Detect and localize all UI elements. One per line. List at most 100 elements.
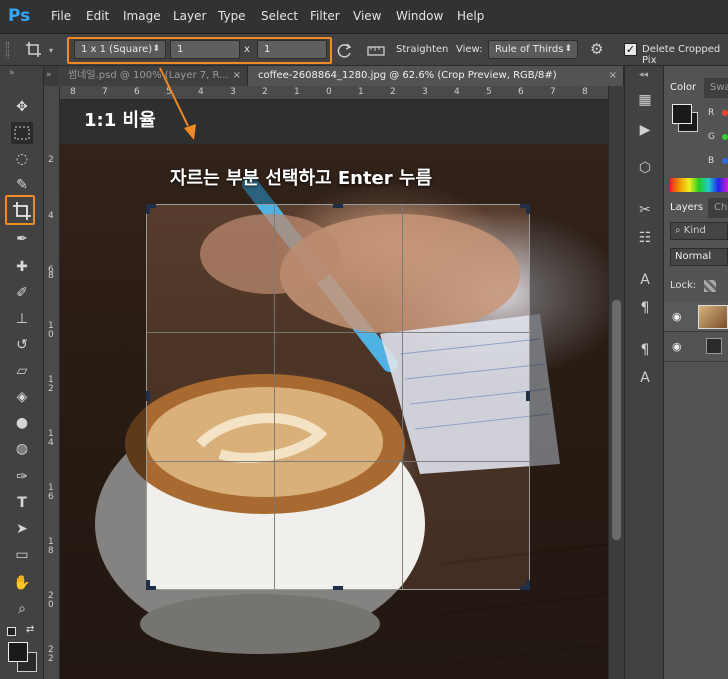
menu-filter[interactable]: Filter <box>310 9 340 23</box>
crop-handle-bottom-right[interactable] <box>526 580 530 590</box>
lock-label: Lock: <box>670 280 697 291</box>
gear-icon[interactable]: ⚙ <box>590 40 608 60</box>
tab-color[interactable]: Color <box>664 78 704 98</box>
tab-label: 썸네일.psd @ 100% (Layer 7, R... <box>68 70 229 81</box>
tab-coffee-jpg[interactable]: coffee-2608864_1280.jpg @ 62.6% (Crop Pr… <box>248 66 624 86</box>
lasso-tool-icon[interactable]: ◌ <box>11 148 33 170</box>
menu-file[interactable]: File <box>51 9 71 23</box>
scrollbar-thumb[interactable] <box>612 300 621 540</box>
eye-icon[interactable]: ◉ <box>672 310 682 323</box>
vertical-ruler: 2 4 6 8 1 0 1 2 1 4 1 6 1 8 2 0 2 2 <box>44 86 60 679</box>
brush-panel-icon[interactable]: ✂ <box>635 200 655 220</box>
ruler-tick-label: 4 <box>198 87 204 97</box>
eyedropper-tool-icon[interactable]: ✒ <box>11 228 33 250</box>
menu-help[interactable]: Help <box>457 9 484 23</box>
crop-handle-top-left[interactable] <box>146 204 150 214</box>
history-panel-icon[interactable]: ▦ <box>635 90 655 110</box>
tab-channels[interactable]: Cha <box>708 198 728 218</box>
straighten-icon[interactable] <box>366 43 386 57</box>
ruler-tick-label: 1 2 <box>48 375 57 394</box>
dodge-tool-icon[interactable]: ◍ <box>11 438 33 460</box>
zoom-tool-icon[interactable]: ⌕ <box>11 598 33 620</box>
menu-view[interactable]: View <box>353 9 381 23</box>
ruler-tick-label: 4 <box>454 87 460 97</box>
close-tab-icon[interactable]: × <box>609 66 617 86</box>
pen-tool-icon[interactable]: ✑ <box>11 466 33 488</box>
rectangle-tool-icon[interactable]: ▭ <box>11 544 33 566</box>
foreground-color-swatch[interactable] <box>8 642 28 662</box>
paint-bucket-tool-icon[interactable]: ◈ <box>11 386 33 408</box>
marquee-tool-icon[interactable] <box>11 122 33 144</box>
menu-layer[interactable]: Layer <box>173 9 206 23</box>
swap-colors-icon[interactable]: ⇄ <box>26 624 34 635</box>
move-tool-icon[interactable]: ✥ <box>11 96 33 118</box>
menu-edit[interactable]: Edit <box>86 9 109 23</box>
actions-panel-icon[interactable]: ▶ <box>635 120 655 140</box>
ratio-annotation: 1:1 비율 <box>84 110 156 131</box>
close-tab-icon[interactable]: × <box>233 66 241 86</box>
character-panel-icon[interactable]: A <box>635 270 655 290</box>
3d-panel-icon[interactable]: ⬡ <box>635 158 655 178</box>
crop-handle-top[interactable] <box>333 204 343 208</box>
brush-tool-icon[interactable]: ✐ <box>11 282 33 304</box>
ruler-tick-label: 2 0 <box>48 591 57 610</box>
ruler-tick-label: 2 <box>48 155 54 165</box>
tab-swatches[interactable]: Swa <box>704 78 728 98</box>
ruler-tick-label: 8 <box>582 87 588 97</box>
color-spectrum-ramp[interactable] <box>670 178 728 192</box>
tab-thumbnail-psd[interactable]: 썸네일.psd @ 100% (Layer 7, R... × <box>58 66 248 86</box>
document-canvas[interactable]: 1:1 비율 자르는 부분 선택하고 Enter 누름 <box>60 100 608 679</box>
tab-layers[interactable]: Layers <box>664 198 708 218</box>
preset-caret-icon[interactable]: ▾ <box>49 46 53 55</box>
menu-window[interactable]: Window <box>396 9 443 23</box>
history-brush-tool-icon[interactable]: ↺ <box>11 334 33 356</box>
ruler-tick-label: 7 <box>550 87 556 97</box>
hand-tool-icon[interactable]: ✋ <box>11 572 33 594</box>
default-colors-icon[interactable] <box>7 627 16 636</box>
path-selection-tool-icon[interactable]: ➤ <box>11 518 33 540</box>
tab-label: coffee-2608864_1280.jpg @ 62.6% (Crop Pr… <box>258 70 557 81</box>
straighten-button[interactable]: Straighten <box>396 44 448 55</box>
delete-cropped-checkbox[interactable]: ✓ <box>624 43 637 56</box>
paragraph-styles-icon[interactable]: ¶ <box>635 340 655 360</box>
overlay-view-select[interactable]: Rule of Thirds ⬍ <box>488 40 578 59</box>
ruler-tick-label: 8 <box>70 87 76 97</box>
eraser-tool-icon[interactable]: ▱ <box>11 360 33 382</box>
crop-handle-bottom[interactable] <box>333 586 343 590</box>
fg-color-swatch[interactable] <box>672 104 692 124</box>
paragraph-panel-icon[interactable]: ¶ <box>635 298 655 318</box>
layer-row-background[interactable]: ◉ <box>664 332 728 362</box>
crop-tool-preset-icon[interactable] <box>24 40 44 60</box>
blend-mode-select[interactable]: Normal <box>670 248 728 266</box>
type-tool-icon[interactable]: T <box>11 492 33 514</box>
crop-handle-top-right[interactable] <box>526 204 530 214</box>
crop-bounding-box[interactable] <box>146 204 530 590</box>
layer-row-photo[interactable]: ◉ <box>664 302 728 332</box>
toolbox-collapse-icon[interactable]: » <box>9 68 15 78</box>
crop-handle-left[interactable] <box>146 391 150 401</box>
blur-tool-icon[interactable]: ● <box>11 412 33 434</box>
menu-select[interactable]: Select <box>261 9 298 23</box>
crop-handle-right[interactable] <box>526 391 530 401</box>
layer-filter-kind[interactable]: ⌕ Kind <box>670 222 728 240</box>
healing-brush-tool-icon[interactable]: ✚ <box>11 256 33 278</box>
clone-stamp-tool-icon[interactable]: ⊥ <box>11 308 33 330</box>
character-styles-icon[interactable]: A <box>635 368 655 388</box>
blue-slider-dot[interactable] <box>722 158 728 164</box>
thirds-grid-line <box>274 205 275 589</box>
lock-transparent-icon[interactable] <box>704 280 716 292</box>
menu-image[interactable]: Image <box>123 9 161 23</box>
menu-type[interactable]: Type <box>218 9 246 23</box>
quick-select-tool-icon[interactable]: ✎ <box>11 174 33 196</box>
eye-icon[interactable]: ◉ <box>672 340 682 353</box>
red-slider-dot[interactable] <box>722 110 728 116</box>
adjustments-panel-icon[interactable]: ☷ <box>635 228 655 248</box>
ruler-tick-label: 1 6 <box>48 483 57 502</box>
dock-collapse-icon[interactable]: ◂◂ <box>639 70 648 80</box>
swap-rotate-icon[interactable] <box>334 41 354 61</box>
green-slider-dot[interactable] <box>722 134 728 140</box>
crop-handle-bottom-left[interactable] <box>146 580 150 590</box>
tabs-collapse-icon[interactable]: » <box>46 70 52 80</box>
instruction-annotation: 자르는 부분 선택하고 Enter 누름 <box>170 168 433 189</box>
vertical-scrollbar[interactable] <box>608 86 624 679</box>
